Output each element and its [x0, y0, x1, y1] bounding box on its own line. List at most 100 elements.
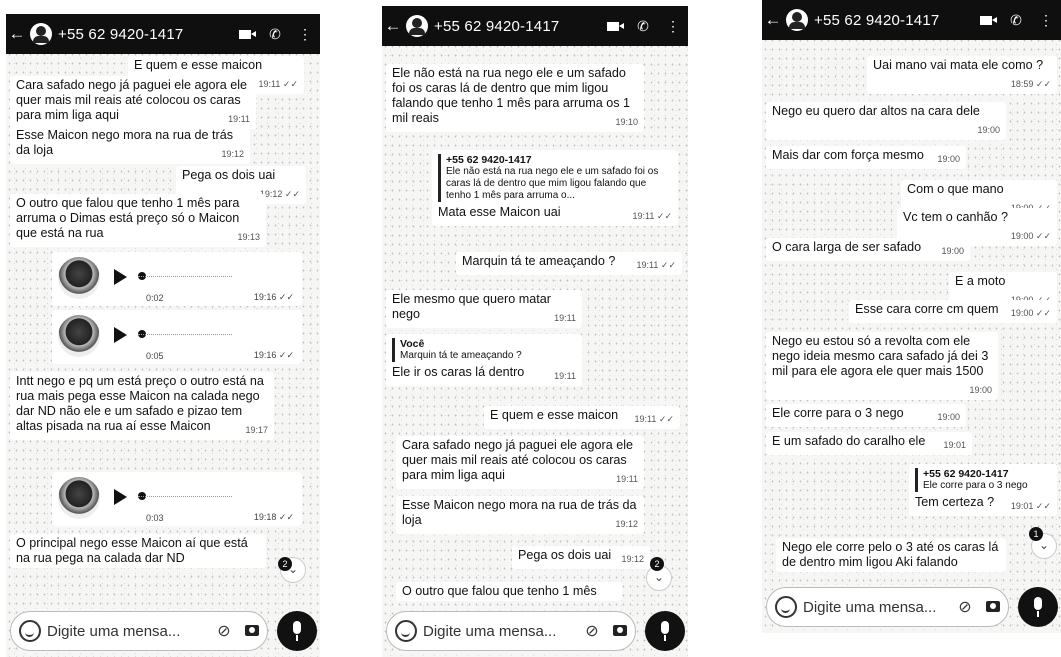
camera-icon[interactable]: [978, 599, 1008, 616]
video-call-icon[interactable]: [971, 12, 1001, 28]
camera-icon[interactable]: [605, 623, 635, 640]
message-list[interactable]: Ele não está na rua nego ele e um safado…: [382, 46, 688, 605]
message-sent[interactable]: E quem e esse maicon 19:11 ✓✓: [484, 406, 680, 429]
message-text: Ele ir os caras lá dentro: [392, 365, 525, 379]
message-text: E a moto: [955, 274, 1006, 288]
message-time: 19:12: [621, 554, 644, 564]
back-arrow-icon[interactable]: ←: [8, 24, 26, 44]
video-call-icon[interactable]: [598, 18, 628, 34]
quote-text: Marquin tá te ameaçando ?: [400, 350, 522, 361]
play-icon[interactable]: [114, 327, 127, 343]
phone-call-icon[interactable]: ✆: [260, 26, 290, 43]
camera-icon[interactable]: [237, 623, 267, 640]
message-input[interactable]: Digite uma mensa... ⊘: [10, 611, 268, 651]
message-time: 18:59 ✓✓: [1010, 79, 1051, 89]
message-time: 19:12: [615, 519, 638, 529]
message-text: E quem e esse maicon: [134, 58, 263, 72]
message-received[interactable]: Esse Maicon nego mora na rua de trás da …: [10, 126, 250, 164]
message-list[interactable]: Uai mano vai mata ele como ? 18:59 ✓✓ Ne…: [762, 40, 1061, 581]
contact-number[interactable]: +55 62 9420-1417: [434, 18, 598, 35]
input-placeholder[interactable]: Digite uma mensa...: [803, 599, 952, 616]
avatar[interactable]: [30, 23, 52, 45]
message-received[interactable]: Mais dar com força mesmo 19:00: [766, 146, 966, 169]
quoted-message[interactable]: Você Marquin tá te ameaçando ?: [392, 338, 576, 362]
play-icon[interactable]: [114, 269, 127, 285]
message-text: Esse cara corre cm quem: [855, 302, 999, 316]
attach-icon[interactable]: ⊘: [579, 621, 605, 641]
message-text: Ele não está na rua nego ele e um safado…: [392, 66, 631, 125]
message-sent[interactable]: Uai mano vai mata ele como ? 18:59 ✓✓: [867, 56, 1057, 94]
message-time: 19:11: [554, 313, 576, 323]
message-received[interactable]: O cara larga de ser safado 19:00: [766, 238, 970, 261]
back-arrow-icon[interactable]: ←: [384, 16, 402, 36]
avatar[interactable]: [406, 15, 428, 37]
audio-message[interactable]: 0:03 19:18 ✓✓: [52, 472, 302, 526]
message-text: Ele corre para o 3 nego: [772, 406, 904, 420]
back-arrow-icon[interactable]: ←: [764, 10, 782, 30]
mic-button[interactable]: [277, 611, 317, 651]
emoji-icon[interactable]: [19, 620, 41, 642]
message-sent[interactable]: Esse cara corre cm quem 19:00 ✓✓: [849, 300, 1057, 323]
audio-avatar: [58, 315, 100, 357]
input-placeholder[interactable]: Digite uma mensa...: [423, 623, 579, 640]
message-input[interactable]: Digite uma mensa... ⊘: [766, 587, 1009, 627]
message-time: 19:11 ✓✓: [636, 260, 676, 270]
message-text: Esse Maicon nego mora na rua de trás da …: [402, 498, 637, 527]
avatar[interactable]: [786, 9, 808, 31]
message-received[interactable]: O outro que falou que tenho 1 mês: [396, 582, 622, 601]
phone-call-icon[interactable]: ✆: [628, 18, 658, 35]
message-text: E um safado do caralho ele: [772, 434, 926, 448]
message-received[interactable]: Ele mesmo que quero matar nego 19:11: [386, 290, 582, 328]
message-sent[interactable]: Pega os dois uai 19:12: [512, 546, 650, 569]
message-received[interactable]: O outro que falou que tenho 1 mês para a…: [10, 194, 266, 247]
message-list[interactable]: E quem e esse maicon 19:11 ✓✓ Cara safad…: [6, 54, 320, 605]
message-time: 19:00: [969, 385, 992, 395]
message-received[interactable]: E um safado do caralho ele 19:01: [766, 432, 972, 455]
message-time: 19:17: [245, 425, 268, 435]
audio-message[interactable]: 0:05 19:16 ✓✓: [52, 310, 302, 364]
message-received[interactable]: Ele não está na rua nego ele e um safado…: [386, 64, 644, 132]
more-options-icon[interactable]: ⋮: [658, 18, 688, 35]
quoted-message[interactable]: +55 62 9420-1417 Ele não está na rua neg…: [438, 154, 672, 202]
unread-badge: 2: [278, 557, 292, 571]
message-time: 19:00: [941, 246, 964, 256]
message-received[interactable]: Nego ele corre pelo o 3 até os caras lá …: [776, 538, 1006, 572]
message-time: 19:10: [615, 117, 638, 127]
quoted-message[interactable]: +55 62 9420-1417 Ele corre para o 3 nego: [915, 468, 1051, 492]
input-placeholder[interactable]: Digite uma mensa...: [47, 623, 211, 640]
message-text: Marquin tá te ameaçando ?: [462, 254, 616, 268]
message-received[interactable]: Intt nego e pq um está preço o outro est…: [10, 372, 274, 440]
message-received[interactable]: O principal nego esse Maicon aí que está…: [10, 534, 266, 568]
audio-message[interactable]: 0:02 19:16 ✓✓: [52, 252, 302, 306]
message-received[interactable]: Esse Maicon nego mora na rua de trás da …: [396, 496, 644, 534]
video-call-icon[interactable]: [230, 26, 260, 42]
message-text: O cara larga de ser safado: [772, 240, 922, 254]
quote-author: +55 62 9420-1417: [446, 154, 532, 166]
emoji-icon[interactable]: [395, 620, 417, 642]
message-time: 19:00 ✓✓: [1010, 231, 1051, 241]
attach-icon[interactable]: ⊘: [952, 597, 978, 617]
message-received-reply[interactable]: Você Marquin tá te ameaçando ? Ele ir os…: [386, 334, 582, 386]
more-options-icon[interactable]: ⋮: [290, 26, 320, 43]
message-received[interactable]: Nego eu quero dar altos na cara dele 19:…: [766, 102, 1006, 140]
message-sent-reply[interactable]: +55 62 9420-1417 Ele não está na rua neg…: [432, 150, 678, 226]
message-text: Mais dar com força mesmo: [772, 148, 924, 162]
play-icon[interactable]: [114, 489, 127, 505]
contact-number[interactable]: +55 62 9420-1417: [58, 26, 230, 43]
mic-button[interactable]: [645, 611, 685, 651]
message-received[interactable]: Ele corre para o 3 nego 19:00: [766, 404, 966, 427]
message-received[interactable]: Nego eu estou só a revolta com ele nego …: [766, 332, 998, 400]
message-sent-reply[interactable]: +55 62 9420-1417 Ele corre para o 3 nego…: [909, 464, 1057, 516]
emoji-icon[interactable]: [775, 596, 797, 618]
unread-badge: 2: [650, 557, 664, 571]
message-input[interactable]: Digite uma mensa... ⊘: [386, 611, 636, 651]
message-time: 19:11: [554, 371, 576, 381]
mic-button[interactable]: [1018, 587, 1058, 627]
phone-call-icon[interactable]: ✆: [1001, 12, 1031, 29]
message-sent[interactable]: Marquin tá te ameaçando ? 19:11 ✓✓: [456, 252, 682, 275]
contact-number[interactable]: +55 62 9420-1417: [814, 12, 971, 29]
attach-icon[interactable]: ⊘: [211, 621, 237, 641]
message-received[interactable]: Cara safado nego já paguei ele agora ele…: [10, 76, 256, 129]
more-options-icon[interactable]: ⋮: [1031, 12, 1061, 29]
message-received[interactable]: Cara safado nego já paguei ele agora ele…: [396, 436, 644, 489]
